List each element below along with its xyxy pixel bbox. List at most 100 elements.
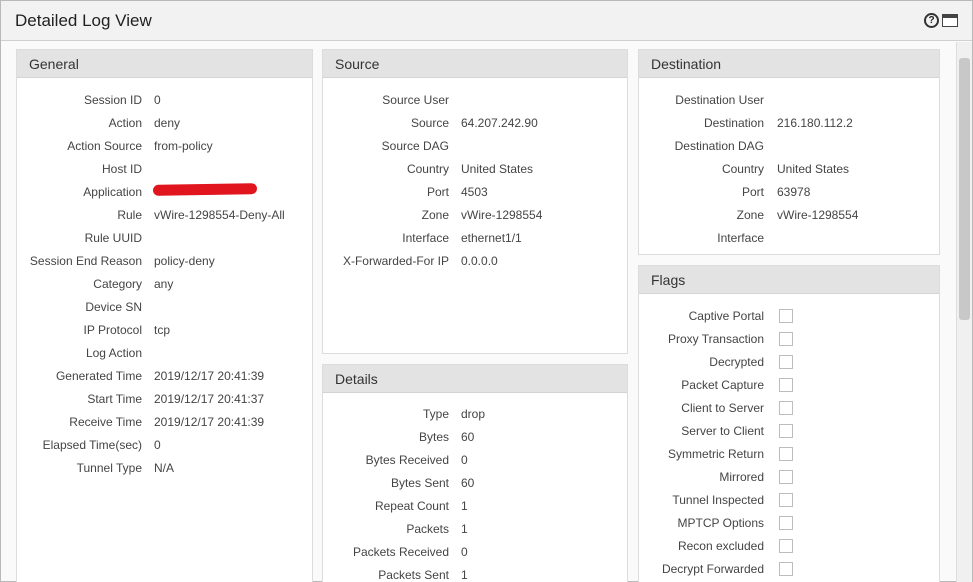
source-value: 4503	[461, 185, 488, 199]
source-value: ethernet1/1	[461, 231, 522, 245]
general-label: Category	[93, 277, 142, 291]
general-row: Elapsed Time(sec) 0	[17, 434, 312, 457]
general-value: policy-deny	[154, 254, 215, 268]
source-label: Source DAG	[381, 139, 449, 153]
general-panel: General Session ID 0 Action deny Action Sour…	[16, 49, 313, 582]
flags-checkbox[interactable]	[779, 447, 793, 461]
source-row: Interface ethernet1/1	[323, 227, 627, 250]
general-label: Elapsed Time(sec)	[42, 438, 142, 452]
destination-panel: Destination Destination User Destination 2…	[638, 49, 940, 255]
general-row: Rule vWire-1298554-Deny-All	[17, 204, 312, 227]
flags-checkbox[interactable]	[779, 470, 793, 484]
source-row: Source User	[323, 89, 627, 112]
source-label: Port	[426, 185, 449, 199]
source-row: Country United States	[323, 158, 627, 181]
title-tools: ?	[924, 13, 958, 28]
destination-value: vWire-1298554	[777, 208, 859, 222]
flags-label: Mirrored	[719, 470, 764, 484]
flags-checkbox[interactable]	[779, 378, 793, 392]
scroll-thumb[interactable]	[959, 58, 970, 320]
flags-row: Client to Server	[639, 397, 939, 420]
general-label: Action Source	[67, 139, 142, 153]
general-label: Rule UUID	[84, 231, 142, 245]
destination-row: Destination User	[639, 89, 939, 112]
general-row: Application	[17, 181, 312, 204]
flags-checkbox[interactable]	[779, 355, 793, 369]
general-row: Rule UUID	[17, 227, 312, 250]
general-row: IP Protocol tcp	[17, 319, 312, 342]
destination-label: Destination User	[675, 93, 764, 107]
general-label: Host ID	[101, 162, 142, 176]
details-label: Bytes Sent	[390, 476, 449, 490]
destination-value: 63978	[777, 185, 811, 199]
flags-row: Mirrored	[639, 466, 939, 489]
maximize-icon[interactable]	[942, 14, 958, 27]
destination-label: Destination	[703, 116, 764, 130]
general-label: Receive Time	[69, 415, 142, 429]
general-value: N/A	[154, 461, 175, 475]
general-value: deny	[154, 116, 181, 130]
general-value: from-policy	[154, 139, 213, 153]
flags-checkbox[interactable]	[779, 562, 793, 576]
flags-label: Captive Portal	[688, 309, 764, 323]
details-panel-header: Details	[323, 365, 627, 393]
destination-row: Destination 216.180.112.2	[639, 112, 939, 135]
general-label: Tunnel Type	[76, 461, 142, 475]
destination-value: United States	[777, 162, 850, 176]
destination-label: Destination DAG	[674, 139, 764, 153]
details-label: Bytes	[418, 430, 449, 444]
destination-row: Interface	[639, 227, 939, 250]
details-row: Repeat Count 1	[323, 495, 627, 518]
details-label: Packets	[406, 522, 449, 536]
general-label: Rule	[117, 208, 142, 222]
source-row: Source DAG	[323, 135, 627, 158]
destination-row: Zone vWire-1298554	[639, 204, 939, 227]
details-row: Bytes Sent 60	[323, 472, 627, 495]
flags-checkbox[interactable]	[779, 309, 793, 323]
details-value: drop	[461, 407, 486, 421]
flags-checkbox[interactable]	[779, 539, 793, 553]
source-row: X-Forwarded-For IP 0.0.0.0	[323, 250, 627, 273]
details-label: Bytes Received	[365, 453, 449, 467]
general-row: Log Action	[17, 342, 312, 365]
destination-label: Zone	[736, 208, 764, 222]
flags-label: Proxy Transaction	[667, 332, 764, 346]
general-row: Tunnel Type N/A	[17, 457, 312, 480]
general-label: Start Time	[87, 392, 142, 406]
window-title: Detailed Log View	[15, 10, 152, 30]
flags-row: Recon excluded	[639, 535, 939, 558]
general-label: Session End Reason	[29, 254, 142, 268]
flags-label: Symmetric Return	[667, 447, 764, 461]
source-value: vWire-1298554	[461, 208, 543, 222]
general-value: 2019/12/17 20:41:39	[154, 415, 265, 429]
source-value: United States	[461, 162, 534, 176]
source-row: Zone vWire-1298554	[323, 204, 627, 227]
general-value: any	[154, 277, 174, 291]
vertical-scrollbar[interactable]	[956, 42, 972, 582]
general-value: 2019/12/17 20:41:37	[154, 392, 265, 406]
general-label: Device SN	[85, 300, 142, 314]
general-row: Action deny	[17, 112, 312, 135]
details-value: 1	[461, 568, 468, 582]
general-label: Action	[108, 116, 142, 130]
help-icon[interactable]: ?	[924, 13, 939, 28]
source-row: Source 64.207.242.90	[323, 112, 627, 135]
flags-checkbox[interactable]	[779, 424, 793, 438]
flags-label: Packet Capture	[681, 378, 764, 392]
flags-checkbox[interactable]	[779, 401, 793, 415]
flags-checkbox[interactable]	[779, 493, 793, 507]
general-label: Application	[83, 185, 142, 199]
general-value: 0	[154, 438, 161, 452]
details-value: 60	[461, 476, 475, 490]
flags-checkbox[interactable]	[779, 332, 793, 346]
source-value: 0.0.0.0	[461, 254, 498, 268]
flags-row: Decrypt Forwarded	[639, 558, 939, 581]
flags-checkbox[interactable]	[779, 516, 793, 530]
flags-label: Recon excluded	[677, 539, 764, 553]
flags-label: Server to Client	[681, 424, 764, 438]
flags-row: Tunnel Inspected	[639, 489, 939, 512]
flags-label: Decrypt Forwarded	[661, 562, 764, 576]
general-label: IP Protocol	[83, 323, 142, 337]
general-row: Start Time 2019/12/17 20:41:37	[17, 388, 312, 411]
source-panel: Source Source User Source 64.207.242.90 Sou…	[322, 49, 628, 354]
